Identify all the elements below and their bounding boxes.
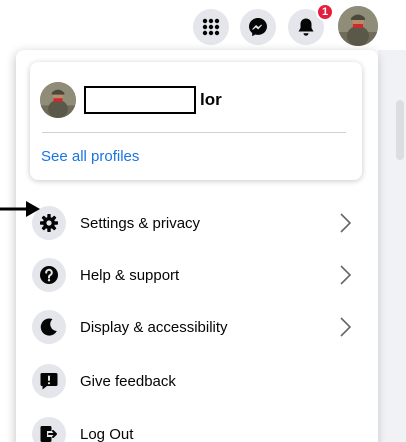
see-all-profiles-link[interactable]: See all profiles xyxy=(41,148,139,165)
divider xyxy=(42,132,346,133)
menu-item-label: Settings & privacy xyxy=(80,214,201,232)
logout-icon xyxy=(32,417,66,442)
scrollbar-thumb[interactable] xyxy=(396,100,404,160)
redacted-name xyxy=(84,86,196,114)
profile-card: lor See all profiles xyxy=(30,62,362,180)
chevron-right-icon xyxy=(340,213,352,233)
menu-item-help-support[interactable]: Help & support xyxy=(30,251,362,299)
messenger-icon xyxy=(249,18,267,37)
menu-item-log-out[interactable]: Log Out xyxy=(30,410,362,442)
moon-icon xyxy=(32,310,66,344)
menu-item-display-accessibility[interactable]: Display & accessibility xyxy=(30,303,362,351)
menu-item-label: Log Out xyxy=(80,425,134,442)
profile-row[interactable]: lor xyxy=(40,82,222,118)
menu-item-label: Give feedback xyxy=(80,372,176,390)
account-avatar[interactable] xyxy=(338,6,378,46)
avatar-image xyxy=(40,82,76,118)
profile-avatar xyxy=(40,82,76,118)
profile-name-suffix: lor xyxy=(200,90,222,109)
top-bar: 1 xyxy=(0,0,406,52)
notification-badge: 1 xyxy=(316,3,334,21)
chevron-right-icon xyxy=(340,317,352,337)
messenger-button[interactable] xyxy=(240,9,276,45)
menu-item-label: Display & accessibility xyxy=(80,318,228,336)
feedback-icon xyxy=(32,364,66,398)
grid-icon xyxy=(202,18,220,36)
menu-item-give-feedback[interactable]: Give feedback xyxy=(30,357,362,405)
menu-item-label: Help & support xyxy=(80,266,180,284)
bell-icon xyxy=(298,18,314,36)
annotation-arrow xyxy=(0,201,40,217)
menu-grid-button[interactable] xyxy=(193,9,229,45)
chevron-right-icon xyxy=(340,265,352,285)
menu-item-settings-privacy[interactable]: Settings & privacy xyxy=(30,199,362,247)
question-icon xyxy=(32,258,66,292)
avatar-image xyxy=(338,6,378,46)
